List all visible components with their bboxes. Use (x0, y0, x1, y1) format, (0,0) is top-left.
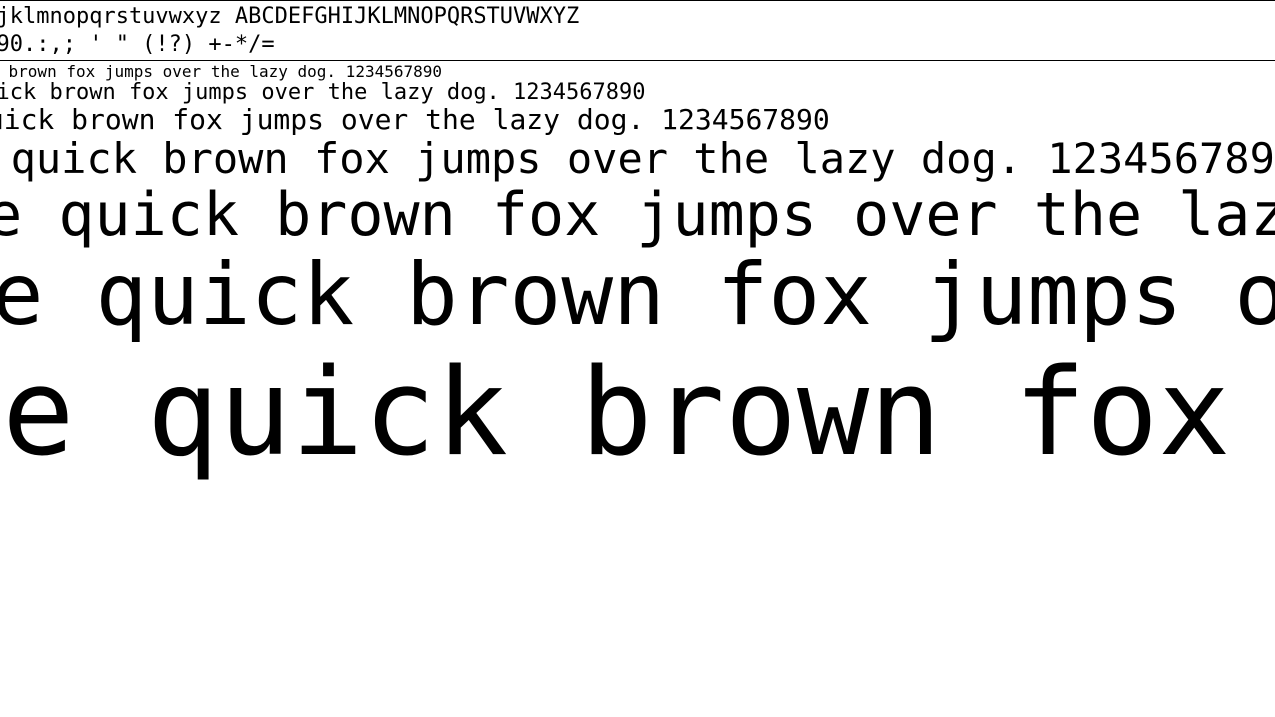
sample-line: he quick brown fox jumps over the lazy d… (0, 182, 1275, 248)
sample-line: quick brown fox jumps over the lazy dog.… (0, 81, 1275, 105)
charset-lowercase-uppercase: hijklmnopqrstuvwxyz ABCDEFGHIJKLMNOPQRST… (0, 3, 1275, 31)
sample-line: e quick brown fox jumps over the lazy do… (0, 136, 1275, 182)
sample-line: ick brown fox jumps over the lazy dog. 1… (0, 63, 1275, 81)
charset-digits-punctuation: '890.:,; ' " (!?) +-*/= (0, 31, 1275, 59)
character-set-block: hijklmnopqrstuvwxyz ABCDEFGHIJKLMNOPQRST… (0, 1, 1275, 60)
sample-line: he quick brown fox jumps over the lazy d… (0, 342, 1275, 486)
sample-line: he quick brown fox jumps over the lazy d… (0, 248, 1275, 343)
sample-line: quick brown fox jumps over the lazy dog.… (0, 105, 1275, 136)
font-size-samples: ick brown fox jumps over the lazy dog. 1… (0, 61, 1275, 486)
